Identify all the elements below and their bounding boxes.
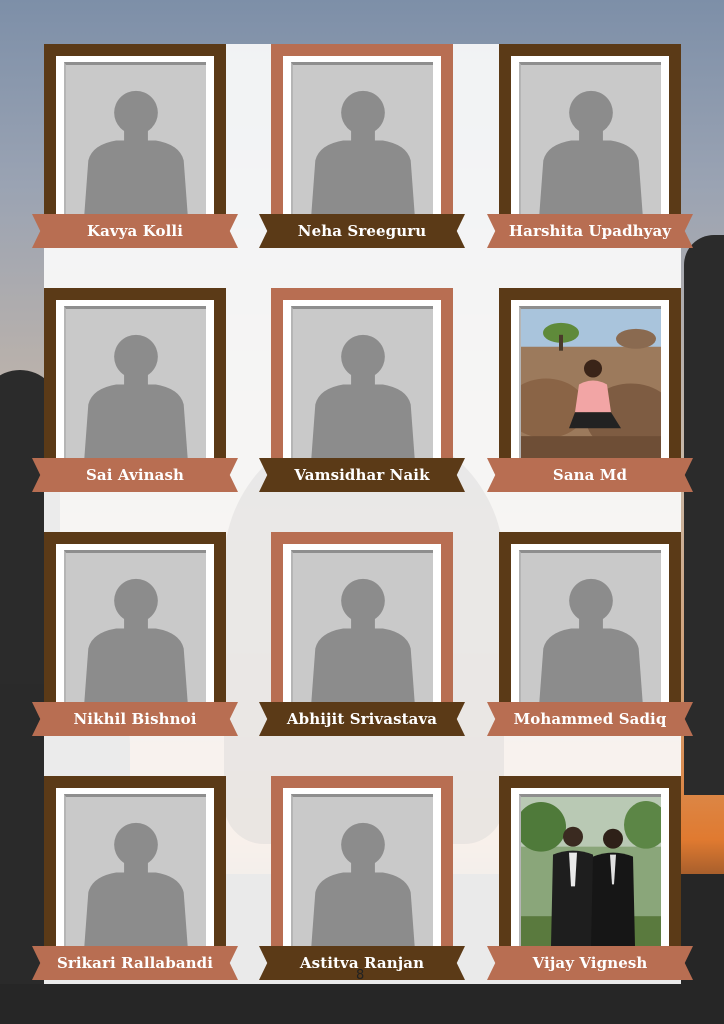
photo-frame	[44, 532, 226, 714]
photo-frame	[499, 532, 681, 714]
portrait-photo	[519, 794, 661, 946]
person-silhouette-icon	[539, 578, 643, 702]
name-ribbon: Vijay Vignesh	[487, 946, 693, 980]
person-silhouette-icon	[84, 822, 188, 946]
placeholder-photo	[519, 550, 661, 702]
name-ribbon: Srikari Rallabandi	[32, 946, 238, 980]
person-silhouette-icon	[311, 578, 415, 702]
portrait-photo-image	[521, 309, 661, 458]
member-card: Neha Sreeguru	[259, 44, 465, 254]
photo-frame	[271, 288, 453, 470]
photo-frame	[271, 776, 453, 958]
photo-frame	[499, 776, 681, 958]
person-silhouette-icon	[84, 334, 188, 458]
person-silhouette-icon	[84, 90, 188, 214]
name-ribbon: Vamsidhar Naik	[259, 458, 465, 492]
member-card: Sai Avinash	[32, 288, 238, 498]
placeholder-photo	[519, 62, 661, 214]
member-card: Harshita Upadhyay	[487, 44, 693, 254]
name-ribbon: Kavya Kolli	[32, 214, 238, 248]
member-card: Nikhil Bishnoi	[32, 532, 238, 742]
photo-frame	[44, 288, 226, 470]
person-silhouette-icon	[311, 334, 415, 458]
member-grid: Kavya Kolli Neha Sreeguru Harshita Upadh…	[0, 0, 724, 1024]
placeholder-photo	[291, 794, 433, 946]
photo-frame	[44, 44, 226, 226]
photo-frame	[271, 532, 453, 714]
placeholder-photo	[291, 550, 433, 702]
member-card: Astitva Ranjan	[259, 776, 465, 986]
placeholder-photo	[64, 550, 206, 702]
person-silhouette-icon	[311, 90, 415, 214]
name-ribbon: Sana Md	[487, 458, 693, 492]
name-ribbon: Abhijit Srivastava	[259, 702, 465, 736]
name-ribbon: Harshita Upadhyay	[487, 214, 693, 248]
photo-frame	[271, 44, 453, 226]
portrait-photo-image	[521, 797, 661, 946]
placeholder-photo	[291, 306, 433, 458]
name-ribbon: Sai Avinash	[32, 458, 238, 492]
person-silhouette-icon	[539, 90, 643, 214]
name-ribbon: Neha Sreeguru	[259, 214, 465, 248]
person-silhouette-icon	[311, 822, 415, 946]
photo-frame	[499, 288, 681, 470]
placeholder-photo	[64, 794, 206, 946]
person-silhouette-icon	[84, 578, 188, 702]
placeholder-photo	[64, 62, 206, 214]
member-card: Abhijit Srivastava	[259, 532, 465, 742]
portrait-photo	[519, 306, 661, 458]
placeholder-photo	[64, 306, 206, 458]
member-card: Vamsidhar Naik	[259, 288, 465, 498]
member-card: Sana Md	[487, 288, 693, 498]
name-ribbon: Mohammed Sadiq	[487, 702, 693, 736]
placeholder-photo	[291, 62, 433, 214]
name-ribbon: Nikhil Bishnoi	[32, 702, 238, 736]
member-card: Vijay Vignesh	[487, 776, 693, 986]
member-card: Mohammed Sadiq	[487, 532, 693, 742]
page-number: 8	[356, 968, 365, 983]
photo-frame	[499, 44, 681, 226]
member-card: Kavya Kolli	[32, 44, 238, 254]
member-card: Srikari Rallabandi	[32, 776, 238, 986]
photo-frame	[44, 776, 226, 958]
